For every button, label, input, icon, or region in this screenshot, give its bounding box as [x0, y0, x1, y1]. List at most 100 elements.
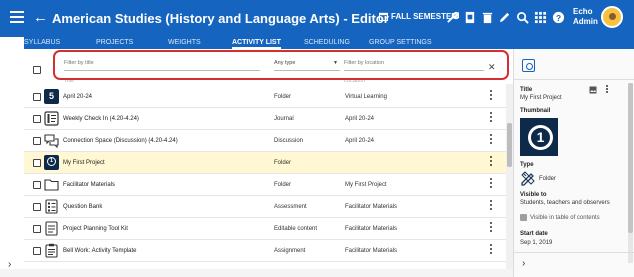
row-checkbox[interactable] — [33, 93, 41, 101]
scrollbar-thumb[interactable] — [507, 123, 512, 167]
user-name[interactable]: Echo Admin — [573, 7, 598, 27]
user-first-name: Echo — [573, 7, 593, 16]
table-row-selected[interactable]: My First Project Folder — [24, 152, 506, 174]
more-vert-icon[interactable] — [489, 156, 493, 168]
left-edge — [0, 37, 24, 277]
row-checkbox[interactable] — [33, 181, 41, 189]
pencil-icon[interactable] — [498, 11, 511, 24]
tab-activity-list[interactable]: ACTIVITY LIST — [232, 39, 281, 49]
more-vert-icon[interactable] — [489, 178, 493, 190]
page-icon — [45, 221, 58, 236]
row-location: Facilitator Materials — [345, 204, 398, 210]
svg-text:?: ? — [556, 13, 561, 23]
panel-scrollbar-thumb[interactable] — [628, 83, 633, 233]
visible-to-value: Students, teachers and observers — [520, 200, 610, 206]
menu-icon[interactable] — [10, 11, 24, 23]
row-checkbox[interactable] — [33, 159, 41, 167]
row-type: Folder — [274, 182, 292, 188]
row-type: Assignment — [274, 248, 306, 254]
row-title: April 20-24 — [63, 94, 93, 100]
row-checkbox[interactable] — [33, 203, 41, 211]
avatar[interactable] — [601, 6, 623, 28]
wrench-icon[interactable] — [446, 11, 459, 24]
row-title: Weekly Check In (4.20-4.24) — [63, 116, 139, 122]
details-tab-icon[interactable] — [522, 59, 535, 72]
type-value: Folder — [539, 176, 557, 182]
row-checkbox[interactable] — [33, 247, 41, 255]
row-type: Assessment — [274, 204, 307, 210]
table-row[interactable]: Connection Space (Discussion) (4.20-4.24… — [24, 130, 506, 152]
row-type: Discussion — [274, 138, 304, 144]
back-arrow-icon[interactable]: ← — [33, 9, 48, 27]
project-number-1-icon — [44, 155, 59, 170]
row-title: Connection Space (Discussion) (4.20-4.24… — [63, 138, 178, 144]
row-location: My First Project — [345, 182, 387, 188]
thumbnail-label: Thumbnail — [520, 108, 551, 114]
page-title: American Studies (History and Language A… — [52, 11, 389, 26]
horizontal-scrollbar[interactable] — [0, 269, 513, 277]
assignment-icon — [45, 243, 58, 258]
row-title: Bell Work: Activity Template — [63, 248, 137, 254]
details-panel: Title My First Project Thumbnail Type Fo… — [513, 49, 634, 277]
apps-grid-icon[interactable] — [534, 11, 547, 24]
trash-icon[interactable] — [481, 11, 494, 24]
select-all-checkbox[interactable] — [33, 66, 41, 74]
start-date-value: Sep 1, 2019 — [520, 240, 553, 246]
divider — [514, 79, 634, 80]
type-label: Type — [520, 162, 534, 168]
number-5-icon: 5 — [44, 89, 59, 104]
tab-projects[interactable]: PROJECTS — [96, 39, 133, 46]
project-thumbnail[interactable] — [520, 118, 558, 156]
filter-highlight-box — [53, 50, 509, 80]
more-vert-icon[interactable] — [489, 90, 493, 102]
more-vert-icon[interactable] — [489, 200, 493, 212]
start-date-label: Start date — [520, 231, 548, 237]
title-label: Title — [520, 87, 533, 93]
user-last-name: Admin — [573, 17, 598, 26]
chevron-right-icon[interactable]: › — [8, 259, 11, 270]
row-location: April 20-24 — [345, 138, 375, 144]
row-checkbox[interactable] — [33, 225, 41, 233]
journal-icon — [44, 111, 59, 126]
tab-syllabus[interactable]: SYLLABUS — [24, 39, 60, 46]
more-vert-icon[interactable] — [489, 244, 493, 256]
row-title: Project Planning Tool Kit — [63, 226, 128, 232]
panel-more-icon[interactable] — [606, 85, 609, 94]
row-title: My First Project — [63, 160, 105, 166]
copy-icon[interactable] — [463, 11, 476, 24]
help-icon[interactable]: ? — [552, 11, 565, 24]
search-icon[interactable] — [516, 11, 529, 24]
image-icon[interactable] — [589, 86, 597, 94]
more-vert-icon[interactable] — [489, 222, 493, 234]
table-row[interactable]: Bell Work: Activity Template Assignment … — [24, 240, 506, 262]
row-location: Facilitator Materials — [345, 248, 398, 254]
tab-group-settings[interactable]: GROUP SETTINGS — [369, 39, 432, 46]
tab-scheduling[interactable]: SCHEDULING — [304, 39, 350, 46]
divider — [514, 252, 634, 253]
check-icon — [520, 221, 527, 226]
table-row[interactable]: Weekly Check In (4.20-4.24) Journal Apri… — [24, 108, 506, 130]
title-value: My First Project — [520, 95, 562, 101]
row-type: Journal — [274, 116, 294, 122]
toc-checkbox[interactable] — [520, 214, 527, 226]
row-checkbox[interactable] — [33, 115, 41, 123]
row-type: Folder — [274, 160, 292, 166]
row-title: Question Bank — [63, 204, 103, 210]
calendar-icon — [379, 12, 388, 21]
table-row[interactable]: 5 April 20-24 Folder Virtual Learning — [24, 86, 506, 108]
row-type: Editable content — [274, 226, 318, 232]
table-row[interactable]: Question Bank Assessment Facilitator Mat… — [24, 196, 506, 218]
table-row[interactable]: Facilitator Materials Folder My First Pr… — [24, 174, 506, 196]
row-checkbox[interactable] — [33, 137, 41, 145]
tab-weights[interactable]: WEIGHTS — [168, 39, 201, 46]
more-vert-icon[interactable] — [489, 112, 493, 124]
row-location: Virtual Learning — [345, 94, 387, 100]
toc-label: Visible in table of contents — [530, 215, 600, 221]
discussion-icon — [44, 134, 59, 148]
chevron-right-icon[interactable]: › — [522, 258, 525, 269]
vertical-scrollbar[interactable] — [506, 84, 513, 269]
table-row[interactable]: Project Planning Tool Kit Editable conte… — [24, 218, 506, 240]
visible-to-label: Visible to — [520, 192, 547, 198]
more-vert-icon[interactable] — [489, 134, 493, 146]
app-header: ← American Studies (History and Language… — [0, 0, 634, 37]
